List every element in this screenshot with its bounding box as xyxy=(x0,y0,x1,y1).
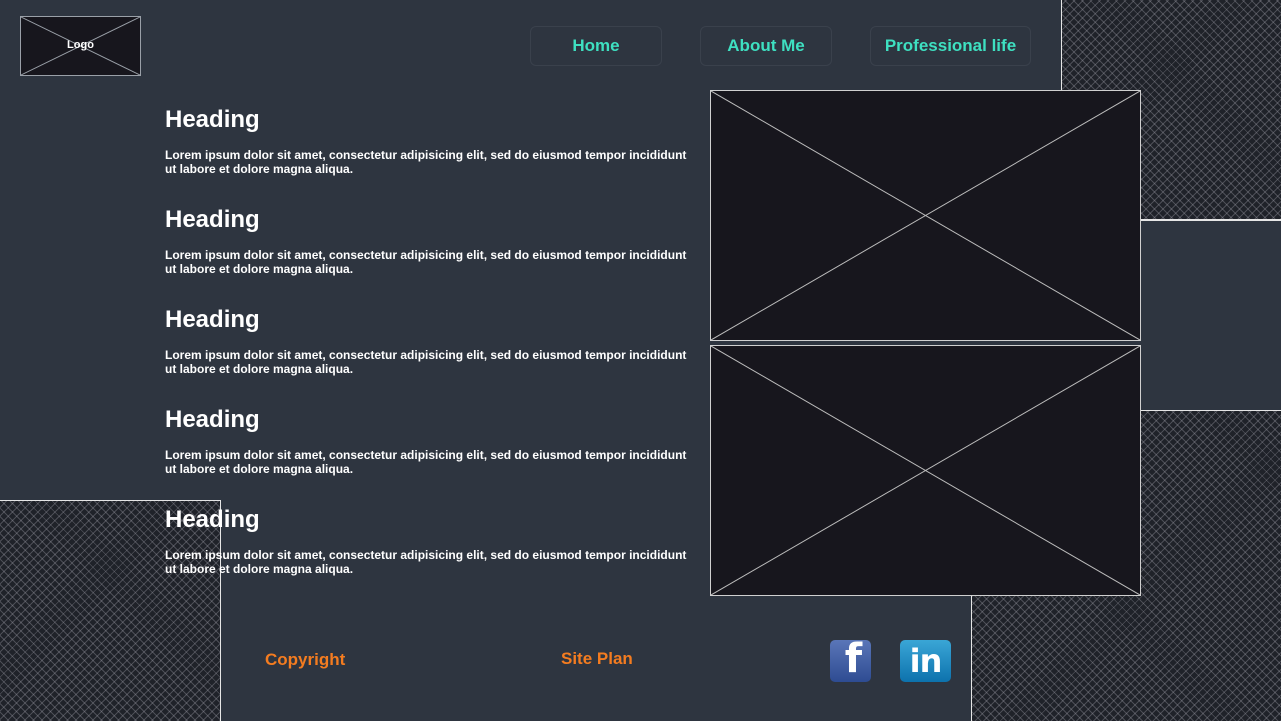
content-section: Heading Lorem ipsum dolor sit amet, cons… xyxy=(165,506,700,576)
section-text: Lorem ipsum dolor sit amet, consectetur … xyxy=(165,548,687,576)
section-heading: Heading xyxy=(165,306,260,333)
section-heading: Heading xyxy=(165,206,260,233)
logo-label: Logo xyxy=(67,39,94,51)
divider-line xyxy=(1141,220,1281,221)
image-placeholder xyxy=(710,90,1141,341)
section-text: Lorem ipsum dolor sit amet, consectetur … xyxy=(165,248,687,276)
image-placeholder-icon xyxy=(711,346,1140,595)
section-heading: Heading xyxy=(165,506,260,533)
image-placeholder-icon xyxy=(711,91,1140,340)
linkedin-glyph: in xyxy=(909,642,943,680)
section-text: Lorem ipsum dolor sit amet, consectetur … xyxy=(165,448,687,476)
section-heading: Heading xyxy=(165,406,260,433)
facebook-glyph: f xyxy=(844,636,863,682)
content-section: Heading Lorem ipsum dolor sit amet, cons… xyxy=(165,306,700,376)
decorative-gap-right xyxy=(1141,220,1281,410)
image-placeholder xyxy=(710,345,1141,596)
logo[interactable]: Logo xyxy=(20,16,141,76)
content-section: Heading Lorem ipsum dolor sit amet, cons… xyxy=(165,406,700,476)
nav-professional-life-button[interactable]: Professional life xyxy=(870,26,1031,66)
content-section: Heading Lorem ipsum dolor sit amet, cons… xyxy=(165,106,700,176)
section-heading: Heading xyxy=(165,106,260,133)
site-plan-link[interactable]: Site Plan xyxy=(561,649,633,669)
nav-about-me-button[interactable]: About Me xyxy=(700,26,832,66)
facebook-icon[interactable]: f xyxy=(830,636,871,682)
nav-home-button[interactable]: Home xyxy=(530,26,662,66)
linkedin-icon[interactable]: in xyxy=(900,640,951,682)
section-text: Lorem ipsum dolor sit amet, consectetur … xyxy=(165,148,687,176)
section-text: Lorem ipsum dolor sit amet, consectetur … xyxy=(165,348,687,376)
copyright-link[interactable]: Copyright xyxy=(265,650,345,670)
content-section: Heading Lorem ipsum dolor sit amet, cons… xyxy=(165,206,700,276)
